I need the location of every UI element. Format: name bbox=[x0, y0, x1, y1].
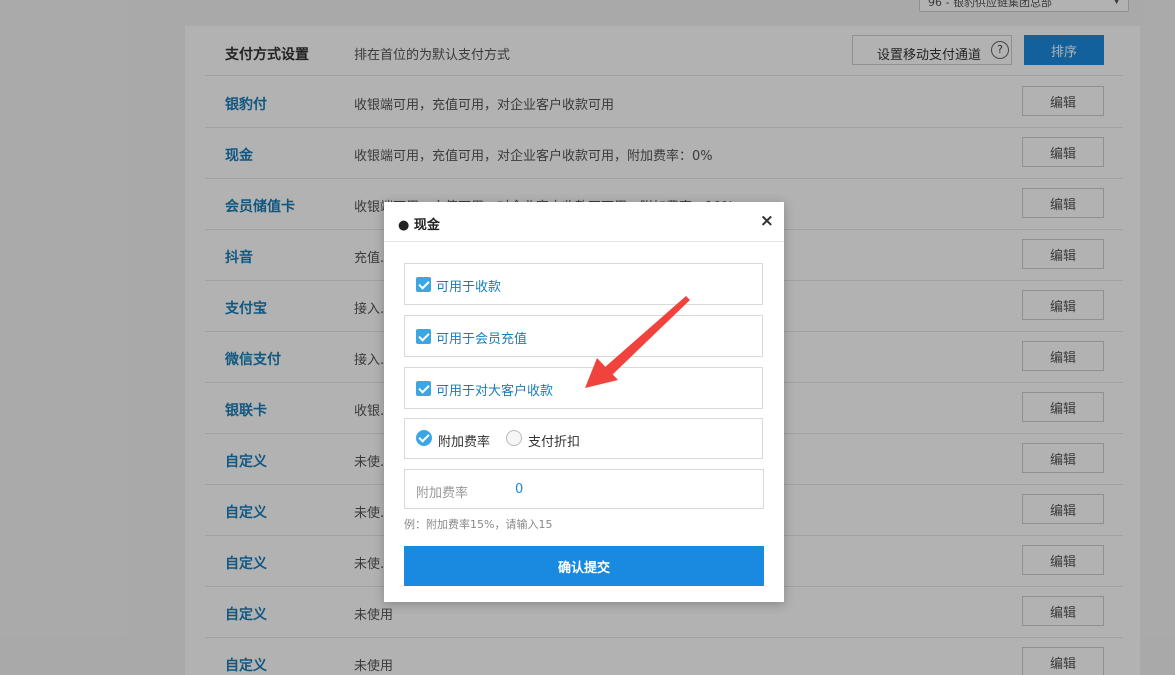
option-label: 可用于对大客户收款 bbox=[436, 384, 554, 399]
checkbox-checked-icon[interactable] bbox=[416, 381, 431, 396]
option-receive-payment[interactable]: 可用于收款 bbox=[404, 263, 763, 305]
checkbox-checked-icon[interactable] bbox=[416, 277, 431, 292]
surcharge-rate-input[interactable]: 0 bbox=[515, 482, 523, 497]
option-label: 可用于收款 bbox=[436, 280, 502, 295]
checkbox-checked-icon[interactable] bbox=[416, 329, 431, 344]
cash-settings-dialog: ● 现金 × 可用于收款 可用于会员充值 可用于对大客户收款 附加费率 支付折扣… bbox=[384, 202, 784, 602]
surcharge-hint: 例：附加费率15%，请输入15 bbox=[404, 518, 553, 531]
option-member-recharge[interactable]: 可用于会员充值 bbox=[404, 315, 763, 357]
confirm-submit-button[interactable]: 确认提交 bbox=[404, 546, 764, 586]
dialog-title: ● 现金 bbox=[398, 218, 440, 233]
radio-surcharge-label[interactable]: 附加费率 bbox=[438, 431, 490, 450]
option-label: 可用于会员充值 bbox=[436, 332, 528, 347]
surcharge-rate-label: 附加费率 bbox=[416, 486, 469, 501]
fee-type-radio-group: 附加费率 支付折扣 bbox=[404, 418, 763, 459]
radio-checked-icon[interactable] bbox=[416, 430, 432, 446]
radio-unchecked-icon[interactable] bbox=[506, 430, 522, 446]
close-icon[interactable]: × bbox=[760, 211, 774, 231]
surcharge-rate-field[interactable]: 附加费率 0 bbox=[404, 469, 764, 509]
radio-discount-label[interactable]: 支付折扣 bbox=[528, 431, 580, 450]
dialog-header: ● 现金 × bbox=[384, 202, 784, 242]
option-key-account-payment[interactable]: 可用于对大客户收款 bbox=[404, 367, 763, 409]
